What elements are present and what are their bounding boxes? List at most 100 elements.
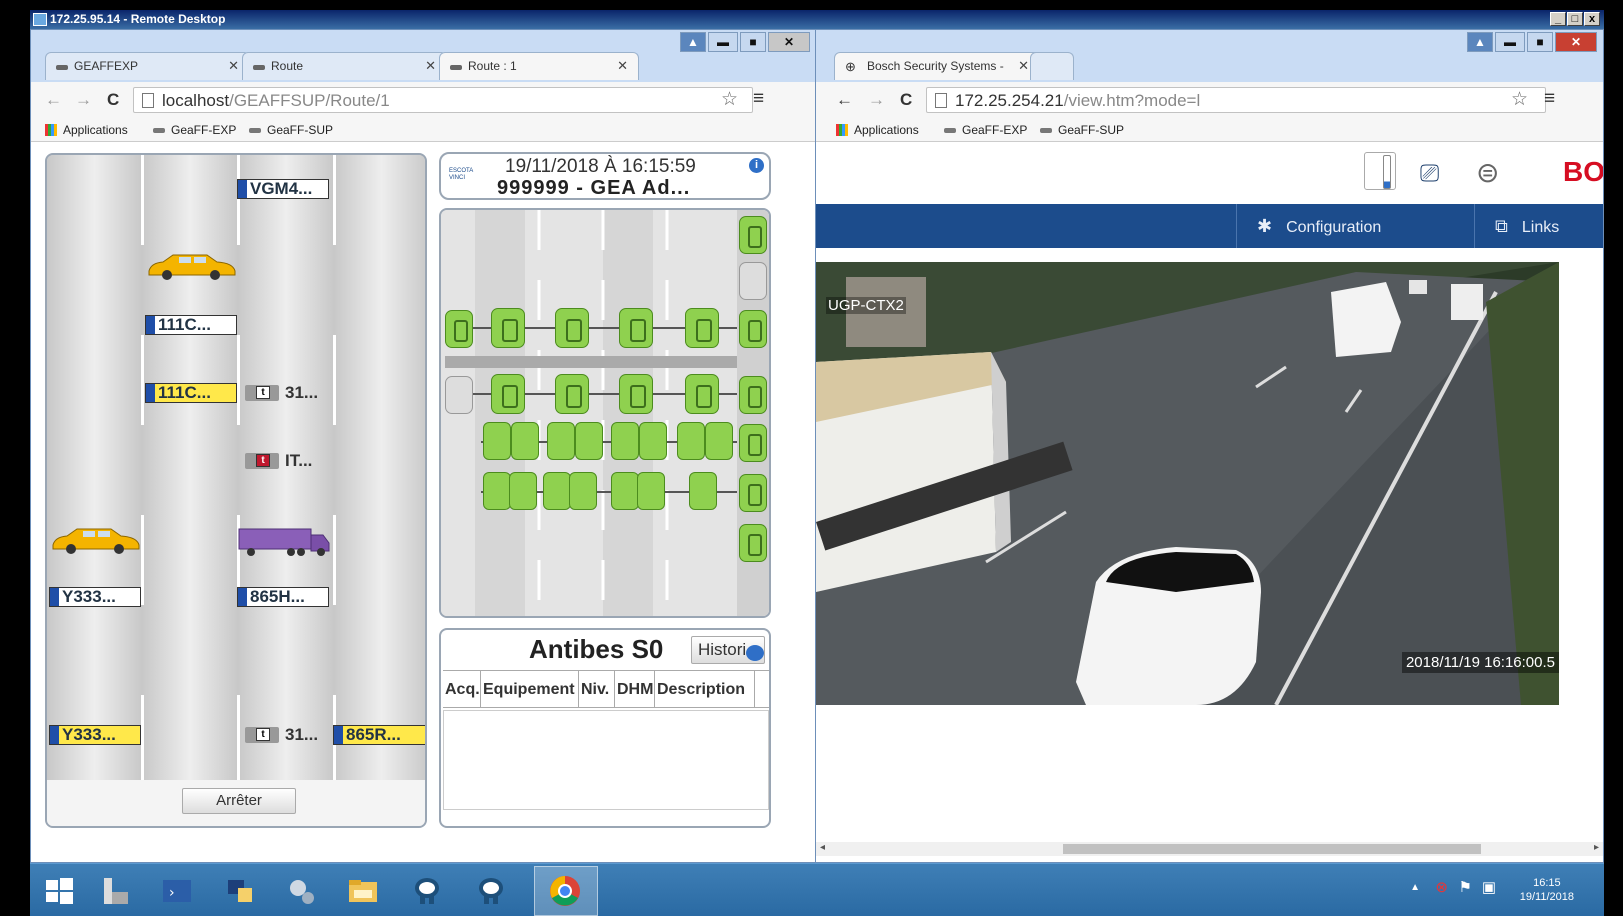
- close-tab-icon[interactable]: ✕: [1018, 58, 1029, 74]
- vehicle-plate[interactable]: 865R...: [333, 725, 425, 745]
- detector-icon[interactable]: [677, 422, 705, 460]
- vehicle-plate[interactable]: Y333...: [49, 725, 141, 745]
- loop-icon[interactable]: [689, 472, 717, 510]
- bookmark-applications[interactable]: Applications: [836, 123, 919, 137]
- camera-device-icon[interactable]: [739, 262, 767, 300]
- loop-icon[interactable]: [637, 472, 665, 510]
- info-icon[interactable]: i: [749, 158, 764, 173]
- gauge-icon[interactable]: [639, 422, 667, 460]
- loop-icon[interactable]: [569, 472, 597, 510]
- address-bar[interactable]: 172.25.254.21/view.htm?mode=l: [926, 87, 1546, 113]
- tray-network-icon[interactable]: ▣: [1482, 878, 1496, 896]
- tab-geaffexp[interactable]: GEAFFEXP ✕: [45, 52, 250, 80]
- column-description[interactable]: Description: [655, 671, 755, 707]
- nav-configuration[interactable]: ✱ Configuration: [1236, 204, 1474, 248]
- car-icon[interactable]: [145, 251, 237, 281]
- nav-links[interactable]: ⧉ Links: [1474, 204, 1574, 248]
- new-tab-button[interactable]: [1030, 52, 1074, 80]
- truck-icon[interactable]: [237, 525, 331, 559]
- tab-route-1[interactable]: Route : 1 ✕: [439, 52, 639, 80]
- close-tab-icon[interactable]: ✕: [425, 58, 436, 74]
- bookmark-geaff-sup[interactable]: GeaFF-SUP: [1040, 123, 1124, 137]
- tray-expand-icon[interactable]: ▲: [1410, 882, 1420, 893]
- tray-alert-icon[interactable]: ⊗: [1435, 878, 1448, 896]
- gauge-icon[interactable]: [705, 422, 733, 460]
- column-niv[interactable]: Niv.: [579, 671, 615, 707]
- vehicle-plate[interactable]: Y333...: [49, 587, 141, 607]
- forward-icon[interactable]: →: [868, 90, 885, 110]
- history-button[interactable]: Histori: [691, 636, 765, 664]
- bookmark-star-icon[interactable]: ☆: [721, 88, 738, 111]
- file-explorer-icon[interactable]: [346, 874, 380, 908]
- minimize-button[interactable]: ▬: [1495, 32, 1525, 52]
- bookmark-geaff-sup[interactable]: GeaFF-SUP: [249, 123, 333, 137]
- alarm-table-body[interactable]: [443, 710, 769, 810]
- maximize-button[interactable]: ■: [740, 32, 766, 52]
- scroll-right-icon[interactable]: ▸: [1594, 842, 1599, 853]
- bookmark-applications[interactable]: Applications: [45, 123, 128, 137]
- scrollbar-thumb[interactable]: [1063, 844, 1481, 854]
- device-icon[interactable]: [739, 376, 767, 414]
- detector-icon[interactable]: [483, 422, 511, 460]
- bookmark-geaff-exp[interactable]: GeaFF-EXP: [153, 123, 236, 137]
- back-icon[interactable]: ←: [45, 90, 62, 110]
- server-manager-icon[interactable]: [98, 874, 132, 908]
- chip-device-icon[interactable]: [739, 524, 767, 562]
- address-bar[interactable]: localhost/GEAFFSUP/Route/1: [133, 87, 753, 113]
- loop-icon[interactable]: [543, 472, 571, 510]
- toll-tag[interactable]: t 31...: [245, 725, 318, 745]
- maximize-button[interactable]: ■: [1527, 32, 1553, 52]
- column-dhm[interactable]: DHM: [615, 671, 655, 707]
- loop-icon[interactable]: [483, 472, 511, 510]
- forward-icon[interactable]: →: [75, 90, 92, 110]
- chip-device-icon[interactable]: [739, 424, 767, 462]
- detector-icon[interactable]: [611, 422, 639, 460]
- close-button[interactable]: ✕: [1555, 32, 1597, 52]
- sensor-device-icon[interactable]: [619, 308, 653, 348]
- tab-route[interactable]: Route ✕: [242, 52, 447, 80]
- user-icon[interactable]: ▲: [1467, 32, 1493, 52]
- sensor-device-icon[interactable]: [555, 374, 589, 414]
- sensor-device-icon[interactable]: [685, 308, 719, 348]
- rdp-maximize-button[interactable]: □: [1567, 12, 1583, 26]
- bookmark-geaff-exp[interactable]: GeaFF-EXP: [944, 123, 1027, 137]
- stop-button[interactable]: Arrêter: [182, 788, 296, 814]
- car-icon[interactable]: [49, 525, 141, 555]
- horizontal-scrollbar[interactable]: ◂ ▸: [816, 842, 1603, 856]
- sensor-device-icon[interactable]: [491, 308, 525, 348]
- close-tab-icon[interactable]: ✕: [228, 58, 239, 74]
- vehicle-plate[interactable]: 111C...: [145, 315, 237, 335]
- device-status-icon[interactable]: [1364, 152, 1396, 190]
- scroll-left-icon[interactable]: ◂: [820, 842, 825, 853]
- toll-tag[interactable]: t 31...: [245, 383, 318, 403]
- vehicle-plate[interactable]: 111C...: [145, 383, 237, 403]
- vehicle-plate[interactable]: 865H...: [237, 587, 329, 607]
- start-windows-icon[interactable]: [42, 874, 76, 908]
- sensor-device-icon[interactable]: [491, 374, 525, 414]
- close-button[interactable]: ✕: [768, 32, 810, 52]
- gauge-icon[interactable]: [511, 422, 539, 460]
- chip-device-icon[interactable]: [739, 474, 767, 512]
- tab-bosch[interactable]: ⊕ Bosch Security Systems - ✕: [834, 52, 1040, 80]
- sensor-device-icon[interactable]: [619, 374, 653, 414]
- toll-tag[interactable]: t IT...: [245, 451, 312, 471]
- bookmark-star-icon[interactable]: ☆: [1511, 88, 1528, 111]
- column-acq[interactable]: Acq.: [443, 671, 481, 707]
- camera-live-view[interactable]: UGP-CTX2 2018/11/19 16:16:00.5: [816, 262, 1559, 705]
- reload-icon[interactable]: C: [900, 90, 912, 110]
- close-tab-icon[interactable]: ✕: [617, 58, 628, 74]
- vehicle-plate[interactable]: VGM4...: [237, 179, 329, 199]
- menu-icon[interactable]: ≡: [1544, 88, 1555, 110]
- minimize-button[interactable]: ▬: [708, 32, 738, 52]
- monitor-icon[interactable]: ⎚: [1420, 160, 1439, 188]
- settings-tools-icon[interactable]: [284, 874, 318, 908]
- sensor-device-icon[interactable]: [685, 374, 719, 414]
- device-icon[interactable]: [739, 310, 767, 348]
- tray-flag-icon[interactable]: ⚑: [1459, 878, 1472, 896]
- camera-device-icon[interactable]: [445, 376, 473, 414]
- user-icon[interactable]: ▲: [680, 32, 706, 52]
- back-icon[interactable]: ←: [836, 90, 853, 110]
- reload-icon[interactable]: C: [107, 90, 119, 110]
- sensor-device-icon[interactable]: [555, 308, 589, 348]
- tray-clock[interactable]: 16:15 19/11/2018: [1520, 876, 1574, 904]
